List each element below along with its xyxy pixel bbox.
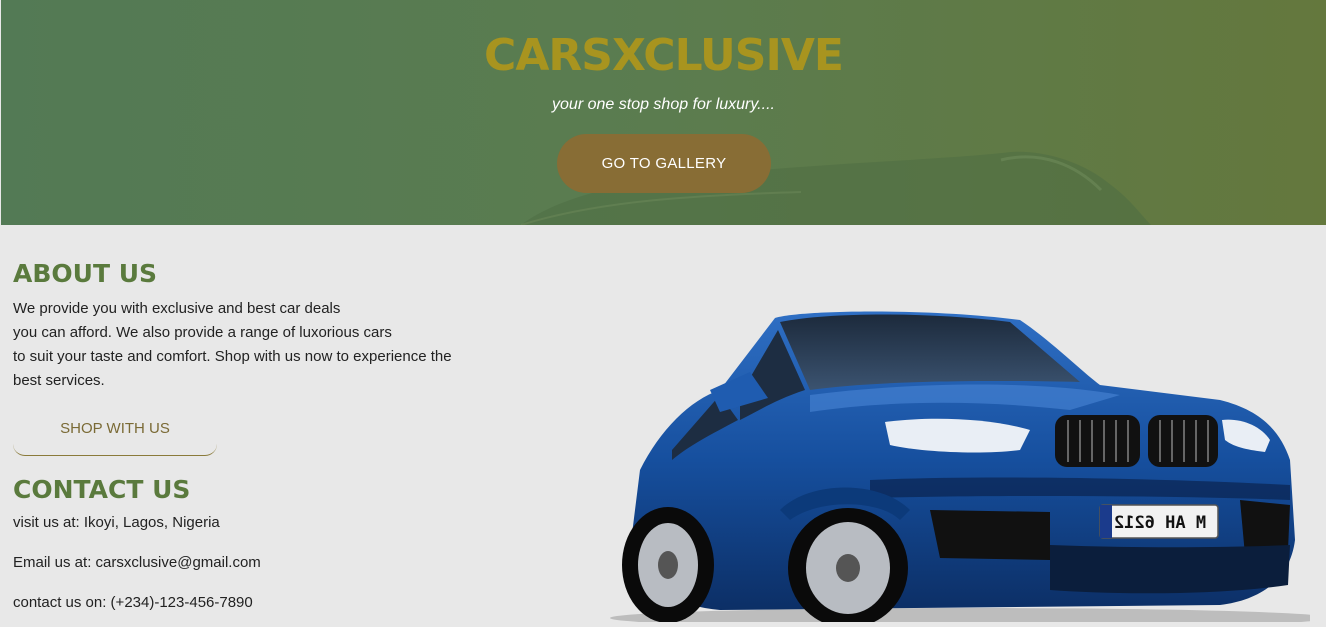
- about-line: to suit your taste and comfort. Shop wit…: [13, 348, 452, 365]
- brand-tagline: your one stop shop for luxury....: [552, 96, 775, 113]
- shop-with-us-button[interactable]: SHOP WITH US: [13, 407, 217, 456]
- about-us-text: We provide you with exclusive and best c…: [13, 297, 503, 393]
- car-photo: M AH 6212: [600, 300, 1326, 627]
- contact-email: Email us at: carsxclusive@gmail.com: [13, 554, 261, 571]
- svg-text:M AH 6212: M AH 6212: [1114, 513, 1206, 533]
- about-line: you can afford. We also provide a range …: [13, 324, 392, 341]
- contact-us-heading: CONTACT US: [13, 475, 191, 504]
- hero-banner: CARSXCLUSIVE your one stop shop for luxu…: [1, 0, 1326, 225]
- about-us-heading: ABOUT US: [13, 259, 158, 288]
- contact-phone: contact us on: (+234)-123-456-7890: [13, 594, 253, 611]
- car-icon: M AH 6212: [610, 311, 1326, 627]
- about-line: We provide you with exclusive and best c…: [13, 300, 341, 317]
- contact-address: visit us at: Ikoyi, Lagos, Nigeria: [13, 514, 220, 531]
- go-to-gallery-button[interactable]: GO TO GALLERY: [557, 134, 771, 193]
- about-line: best services.: [13, 372, 105, 389]
- brand-title: CARSXCLUSIVE: [484, 30, 844, 81]
